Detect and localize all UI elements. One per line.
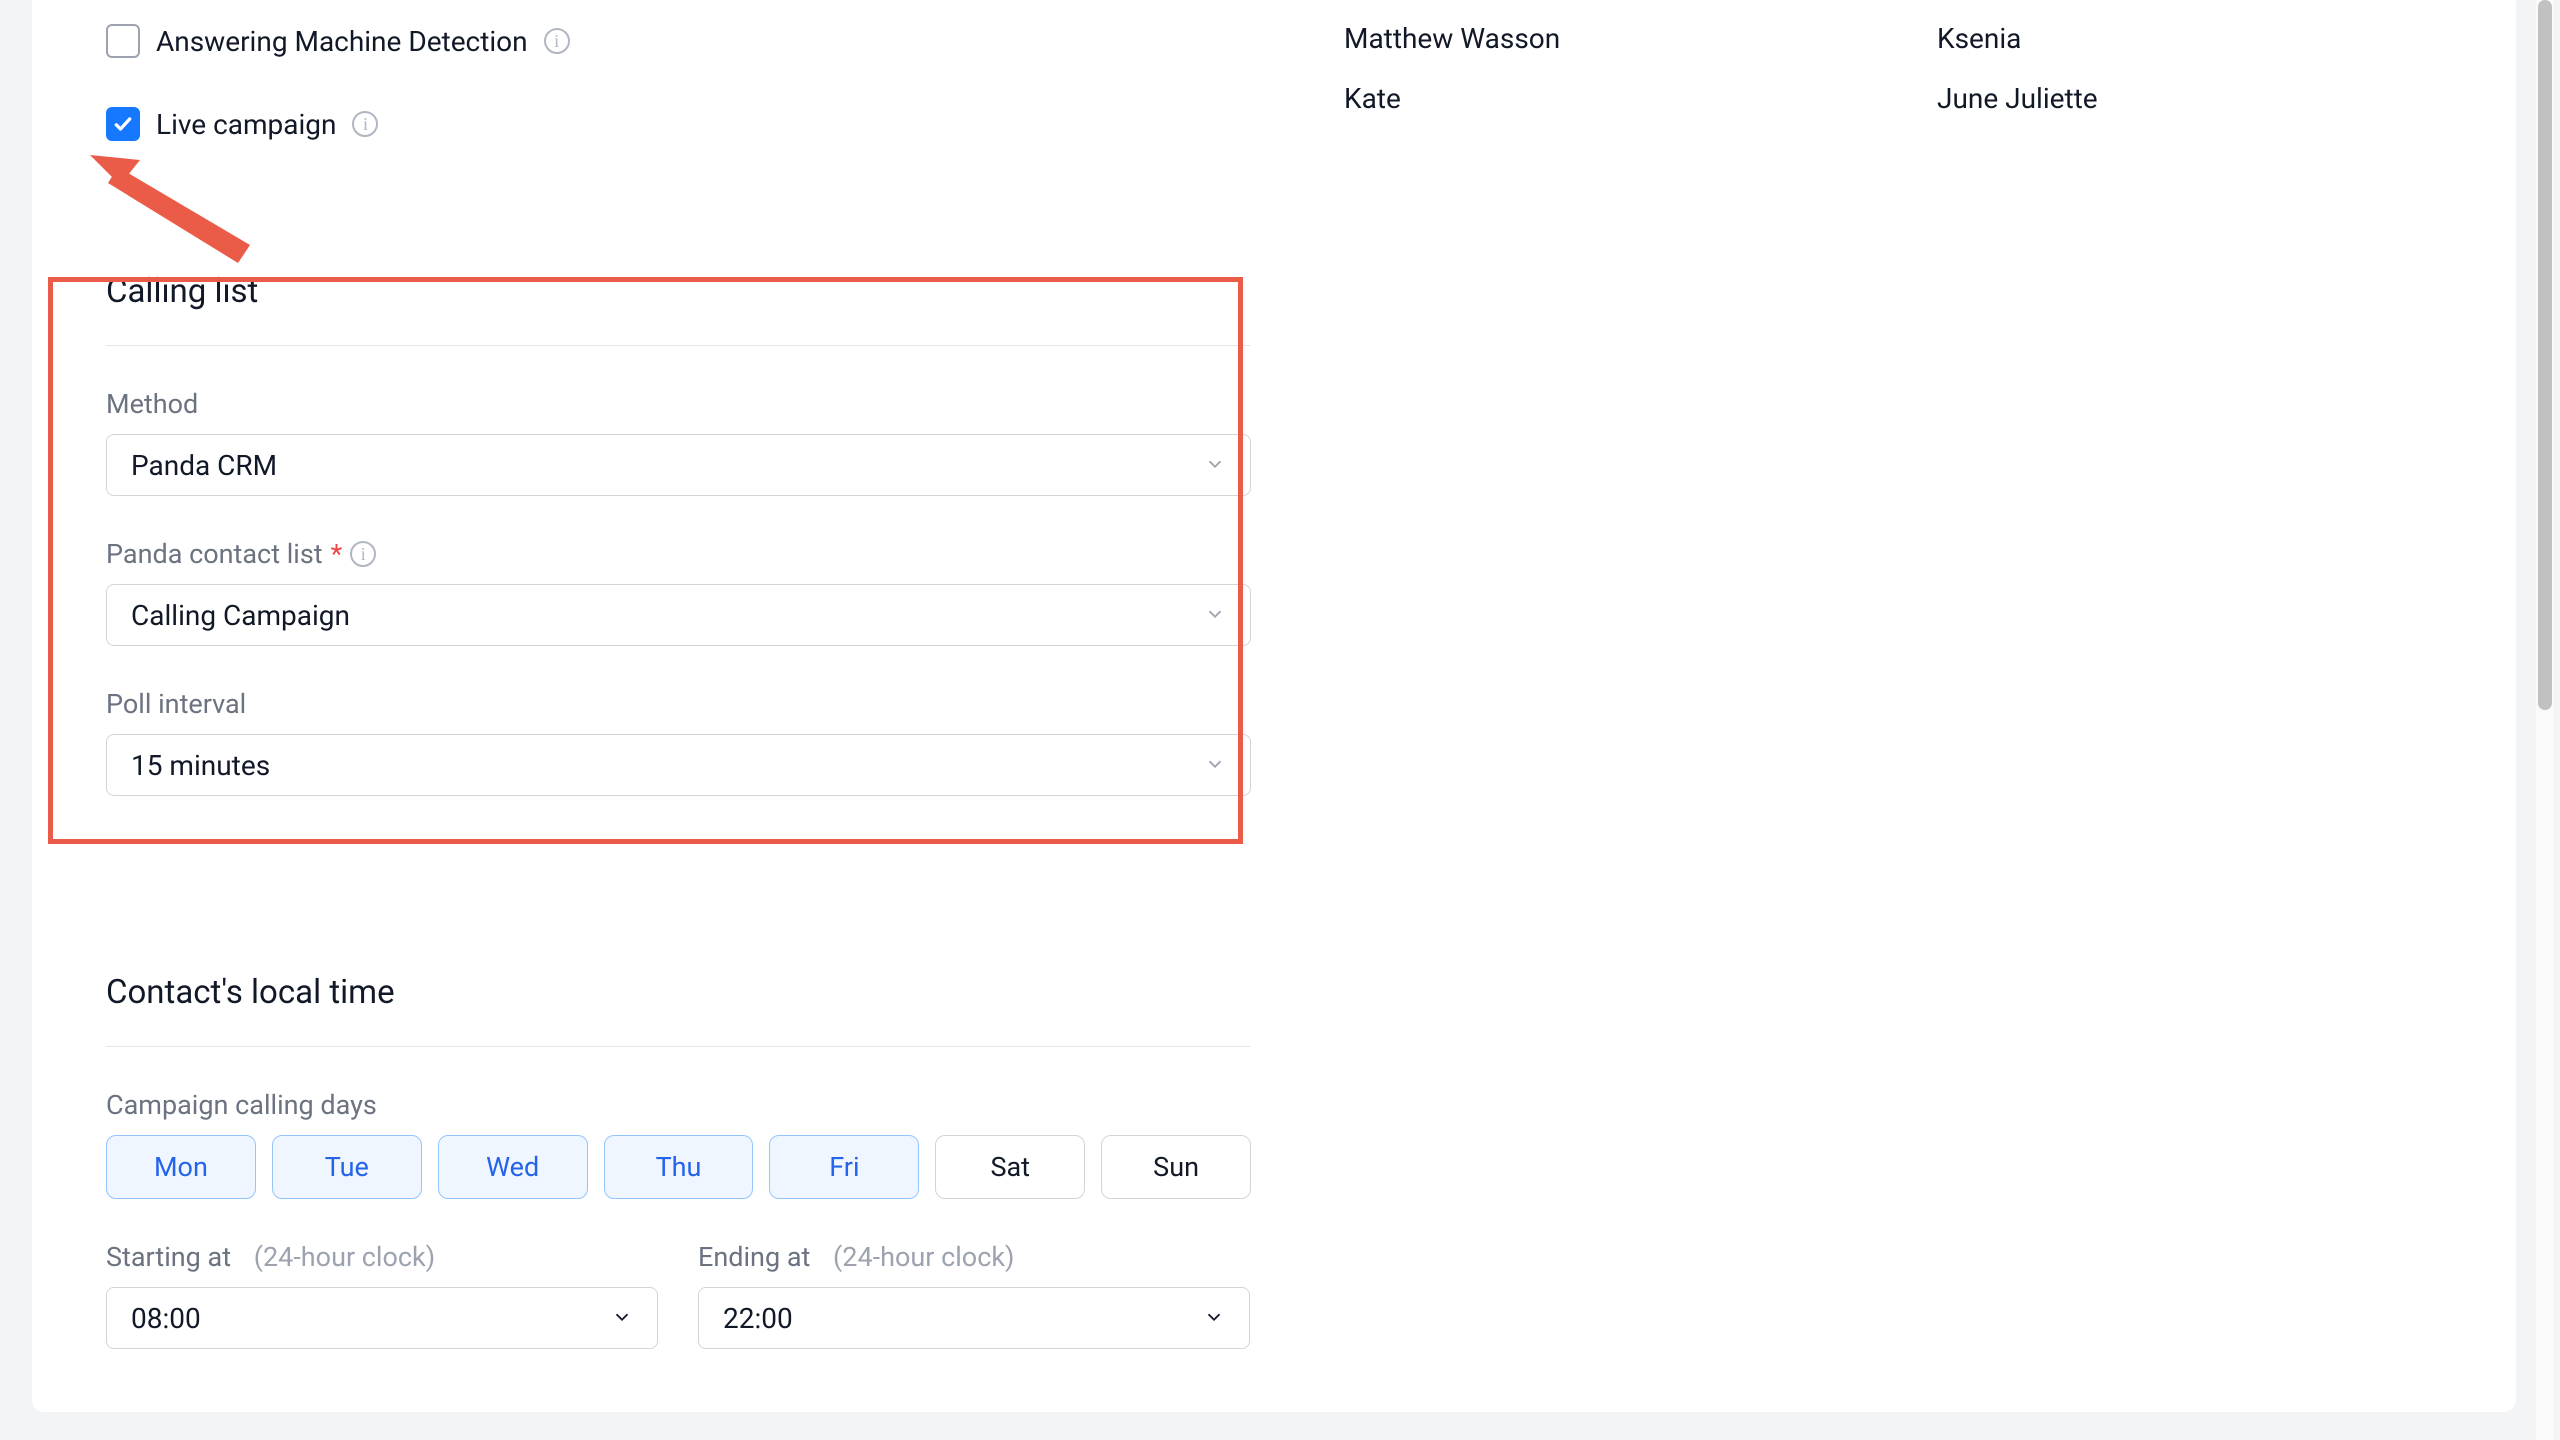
contact-list-label: Panda contact list * [106, 538, 1251, 570]
chevron-down-icon [1204, 449, 1226, 482]
time-row: Starting at (24-hour clock) 08:00 Ending… [106, 1241, 1251, 1349]
amd-label: Answering Machine Detection [156, 25, 528, 58]
live-campaign-row: Live campaign [106, 107, 378, 141]
contact-list-value: Calling Campaign [131, 599, 350, 632]
local-time-section: Contact's local time Campaign calling da… [106, 973, 1251, 1349]
starting-at-field: Starting at (24-hour clock) 08:00 [106, 1241, 658, 1349]
chevron-down-icon [1203, 1302, 1225, 1335]
starting-at-select[interactable]: 08:00 [106, 1287, 658, 1349]
day-toggle-mon[interactable]: Mon [106, 1135, 256, 1199]
poll-interval-field: Poll interval 15 minutes [106, 688, 1251, 796]
ending-at-field: Ending at (24-hour clock) 22:00 [698, 1241, 1250, 1349]
section-title-calling-list: Calling list [106, 272, 1251, 311]
answering-machine-detection-row: Answering Machine Detection [106, 24, 570, 58]
starting-at-label: Starting at (24-hour clock) [106, 1241, 658, 1273]
day-toggle-wed[interactable]: Wed [438, 1135, 588, 1199]
poll-interval-value: 15 minutes [131, 749, 270, 782]
divider [106, 1046, 1251, 1047]
info-icon[interactable] [544, 28, 570, 54]
poll-interval-label: Poll interval [106, 688, 1251, 720]
calling-days-label: Campaign calling days [106, 1089, 1251, 1121]
contact-list-field: Panda contact list * Calling Campaign [106, 538, 1251, 646]
agent-name[interactable]: Kate [1344, 68, 1560, 128]
scrollbar-thumb[interactable] [2538, 0, 2552, 710]
method-select[interactable]: Panda CRM [106, 434, 1251, 496]
section-title-local-time: Contact's local time [106, 973, 1251, 1012]
live-campaign-checkbox[interactable] [106, 107, 140, 141]
day-toggle-thu[interactable]: Thu [604, 1135, 754, 1199]
divider [106, 345, 1251, 346]
ending-at-select[interactable]: 22:00 [698, 1287, 1250, 1349]
poll-interval-select[interactable]: 15 minutes [106, 734, 1251, 796]
agent-name[interactable]: Matthew Wasson [1344, 8, 1560, 68]
info-icon[interactable] [352, 111, 378, 137]
calling-list-section: Calling list Method Panda CRM Panda cont… [106, 272, 1251, 796]
amd-checkbox[interactable] [106, 24, 140, 58]
agent-name[interactable]: Ksenia [1937, 8, 2098, 68]
method-label: Method [106, 388, 1251, 420]
day-toggle-tue[interactable]: Tue [272, 1135, 422, 1199]
required-star: * [331, 538, 343, 570]
starting-at-value: 08:00 [131, 1302, 201, 1335]
day-toggle-fri[interactable]: Fri [769, 1135, 919, 1199]
settings-card: Answering Machine Detection Live campaig… [32, 0, 2516, 1412]
agent-name[interactable]: June Juliette [1937, 68, 2098, 128]
info-icon[interactable] [350, 541, 376, 567]
chevron-down-icon [611, 1302, 633, 1335]
day-toggle-sun[interactable]: Sun [1101, 1135, 1251, 1199]
chevron-down-icon [1204, 749, 1226, 782]
method-field: Method Panda CRM [106, 388, 1251, 496]
ending-at-label: Ending at (24-hour clock) [698, 1241, 1250, 1273]
chevron-down-icon [1204, 599, 1226, 632]
ending-at-value: 22:00 [723, 1302, 793, 1335]
day-toggle-sat[interactable]: Sat [935, 1135, 1085, 1199]
contact-list-select[interactable]: Calling Campaign [106, 584, 1251, 646]
method-value: Panda CRM [131, 449, 277, 482]
calling-days-row: MonTueWedThuFriSatSun [106, 1135, 1251, 1199]
live-campaign-label: Live campaign [156, 108, 336, 141]
